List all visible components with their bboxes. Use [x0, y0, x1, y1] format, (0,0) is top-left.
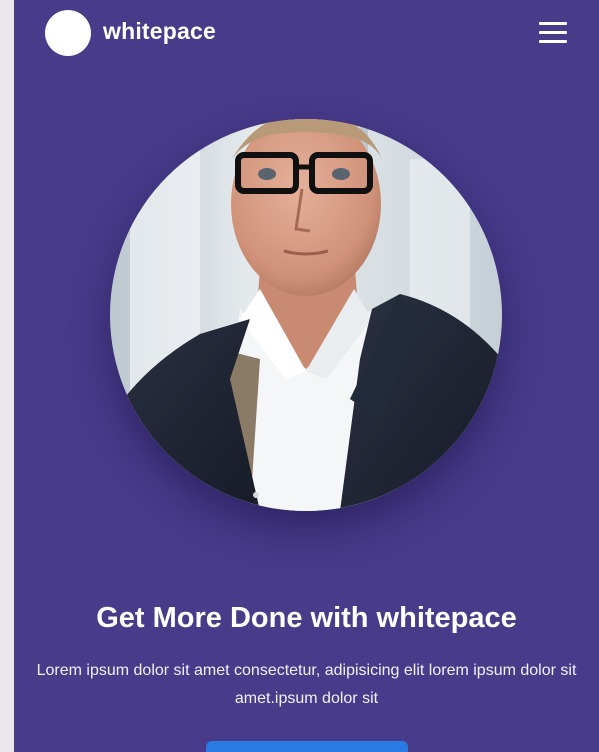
menu-bar	[539, 31, 567, 34]
page: whitepace Get More Done with whitepace L…	[14, 0, 599, 752]
logo-circle-icon[interactable]	[45, 10, 91, 56]
brand-name[interactable]: whitepace	[103, 18, 216, 45]
hamburger-menu-icon[interactable]	[536, 19, 570, 47]
menu-bar	[539, 22, 567, 25]
portrait-illustration	[110, 119, 502, 511]
header: whitepace	[14, 0, 599, 68]
hero-description: Lorem ipsum dolor sit amet consectetur, …	[36, 662, 577, 707]
hero-headline: Get More Done with whitepace	[96, 602, 517, 634]
hero-portrait-image	[110, 119, 502, 511]
cta-button[interactable]	[206, 741, 408, 752]
menu-bar	[539, 40, 567, 43]
